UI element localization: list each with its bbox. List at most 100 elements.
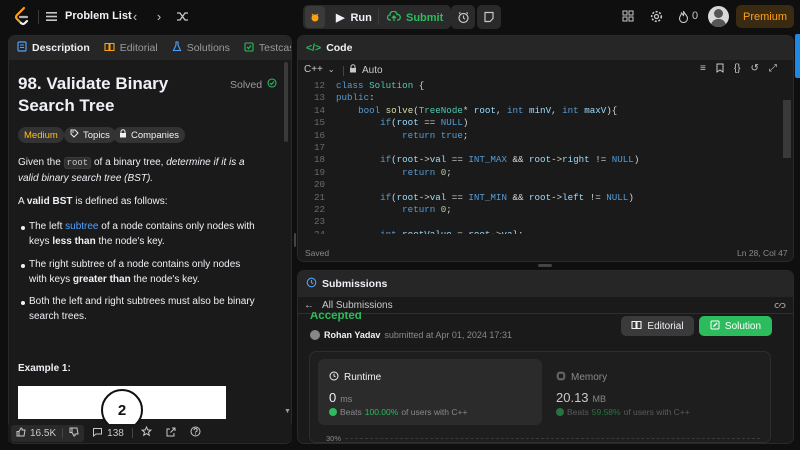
premium-button[interactable]: Premium xyxy=(736,5,794,28)
tab-submissions[interactable]: Submissions xyxy=(306,277,387,291)
avatar[interactable] xyxy=(708,6,729,27)
tab-editorial[interactable]: Editorial xyxy=(104,42,158,55)
resize-handle[interactable] xyxy=(538,264,552,267)
shuffle-icon[interactable] xyxy=(175,9,189,23)
scroll-down-icon[interactable]: ▼ xyxy=(284,408,291,415)
comment-icon xyxy=(92,427,103,440)
code-line[interactable]: 14 bool solve(TreeNode* root, int minV, … xyxy=(303,105,783,117)
checkbox-icon xyxy=(244,41,254,55)
debug-icon[interactable] xyxy=(305,6,325,28)
star-icon[interactable] xyxy=(140,425,152,440)
vertical-resize-handle[interactable] xyxy=(294,233,296,247)
chevron-right-icon[interactable]: › xyxy=(152,9,166,24)
code-editor[interactable]: 12 class Solution {13 public: 14 bool solve… xyxy=(303,80,783,234)
code-line[interactable]: 17 xyxy=(303,142,783,154)
braces-icon[interactable]: {} xyxy=(734,63,741,76)
right-edge-tab[interactable] xyxy=(795,34,800,78)
beats-badge-icon xyxy=(556,408,564,416)
runtime-beats: Beats 100.00% of users with C++ xyxy=(329,407,467,417)
problem-list-link[interactable]: Problem List xyxy=(65,10,132,22)
arrow-left-icon: ← xyxy=(304,300,314,311)
line-number: 13 xyxy=(313,92,325,104)
line-number: 19 xyxy=(313,166,325,178)
streak-count: 0 xyxy=(692,10,699,22)
code-toolbar: ≡ {} ↺ ⤢ xyxy=(700,63,777,76)
help-icon[interactable] xyxy=(190,426,201,440)
thumbs-down-icon xyxy=(69,427,79,440)
document-icon xyxy=(17,41,27,55)
code-line[interactable]: 22 return 0; xyxy=(303,204,783,216)
code-text: bool solve(TreeNode* root, int minV, int… xyxy=(358,104,618,116)
alarm-clock-icon[interactable] xyxy=(451,5,475,29)
comments-button[interactable]: 138 xyxy=(92,427,124,440)
history-icon xyxy=(306,277,317,291)
auto-mode-button[interactable]: Auto xyxy=(349,64,383,76)
chevron-down-icon: ⌄ xyxy=(327,65,335,74)
expand-icon[interactable]: ⤢ xyxy=(769,63,777,76)
reset-icon[interactable]: ↺ xyxy=(751,63,759,76)
leetcode-logo-icon[interactable] xyxy=(12,6,32,26)
run-button[interactable]: ▶ Run xyxy=(336,11,372,25)
line-number: 17 xyxy=(313,141,325,153)
submissions-header: Submissions xyxy=(298,271,793,297)
code-line[interactable]: 18 if(root->val == INT_MAX && root->righ… xyxy=(303,154,783,166)
memory-beats: Beats 59.58% of users with C++ xyxy=(556,407,690,417)
tab-solutions[interactable]: Solutions xyxy=(172,41,230,55)
memory-label[interactable]: Memory xyxy=(556,371,607,384)
solution-button[interactable]: Solution xyxy=(699,316,772,336)
code-text: return 0; xyxy=(402,166,452,178)
tag-icon xyxy=(70,129,79,141)
code-line[interactable]: 23 xyxy=(303,216,783,228)
tab-code[interactable]: </> Code xyxy=(306,42,352,54)
submit-button[interactable]: Submit xyxy=(386,10,443,25)
book-icon xyxy=(104,42,115,55)
bst-definition-intro: A valid BST is defined as follows: xyxy=(18,196,168,207)
code-line[interactable]: 21 if(root->val == INT_MIN && root->left… xyxy=(303,192,783,204)
streak-flame-icon[interactable] xyxy=(676,9,690,23)
all-submissions-link[interactable]: ← All Submissions xyxy=(304,300,393,311)
code-text: return true; xyxy=(402,129,469,141)
username-link[interactable]: Rohan Yadav xyxy=(324,330,380,340)
bullet-dot xyxy=(21,301,25,305)
tab-testcase[interactable]: Testcase xyxy=(244,41,291,55)
code-line[interactable]: 15 if(root == NULL) xyxy=(303,117,783,129)
link-icon[interactable] xyxy=(774,300,786,313)
line-number: 20 xyxy=(313,179,325,191)
difficulty-badge: Medium xyxy=(18,127,64,143)
code-brackets-icon: </> xyxy=(306,42,322,54)
problem-list-icon[interactable] xyxy=(44,9,58,23)
code-scrollbar[interactable] xyxy=(783,100,791,158)
code-line[interactable]: 20 xyxy=(303,179,783,191)
submissions-divider xyxy=(297,313,794,314)
chevron-left-icon[interactable]: ‹ xyxy=(128,9,142,24)
language-select[interactable]: C++ ⌄ xyxy=(304,64,335,75)
line-number: 24 xyxy=(303,229,325,234)
code-line[interactable]: 24 int rootValue = root->val; xyxy=(303,229,783,234)
toolbar-divider xyxy=(343,66,344,76)
code-line[interactable]: 13 public: xyxy=(303,92,783,104)
book-icon xyxy=(631,320,642,333)
cursor-position: Ln 28, Col 47 xyxy=(737,248,788,258)
code-line[interactable]: 16 return true; xyxy=(303,130,783,142)
check-circle-icon xyxy=(267,78,277,91)
gear-icon[interactable] xyxy=(649,9,663,23)
note-icon[interactable] xyxy=(477,5,501,29)
companies-button[interactable]: Companies xyxy=(113,127,186,143)
distribution-gridline xyxy=(345,438,760,439)
share-icon[interactable] xyxy=(166,427,176,440)
like-button[interactable]: 16.5K xyxy=(11,424,85,442)
tab-description[interactable]: Description xyxy=(17,41,90,55)
subtree-link[interactable]: subtree xyxy=(65,221,98,232)
format-lines-icon[interactable]: ≡ xyxy=(700,63,706,76)
result-status: Accepted xyxy=(310,312,362,322)
editorial-button[interactable]: Editorial xyxy=(621,316,694,336)
code-text: if(root == NULL) xyxy=(380,117,469,129)
btn-divider xyxy=(378,9,379,25)
bookmark-icon[interactable] xyxy=(716,63,724,76)
topics-button[interactable]: Topics xyxy=(64,127,116,143)
description-footer: 16.5K 138 xyxy=(8,424,292,442)
description-scrollbar[interactable] xyxy=(284,62,288,142)
code-line[interactable]: 19 return 0; xyxy=(303,167,783,179)
code-line[interactable]: 12 class Solution { xyxy=(303,80,783,92)
layout-grid-icon[interactable] xyxy=(621,9,635,23)
